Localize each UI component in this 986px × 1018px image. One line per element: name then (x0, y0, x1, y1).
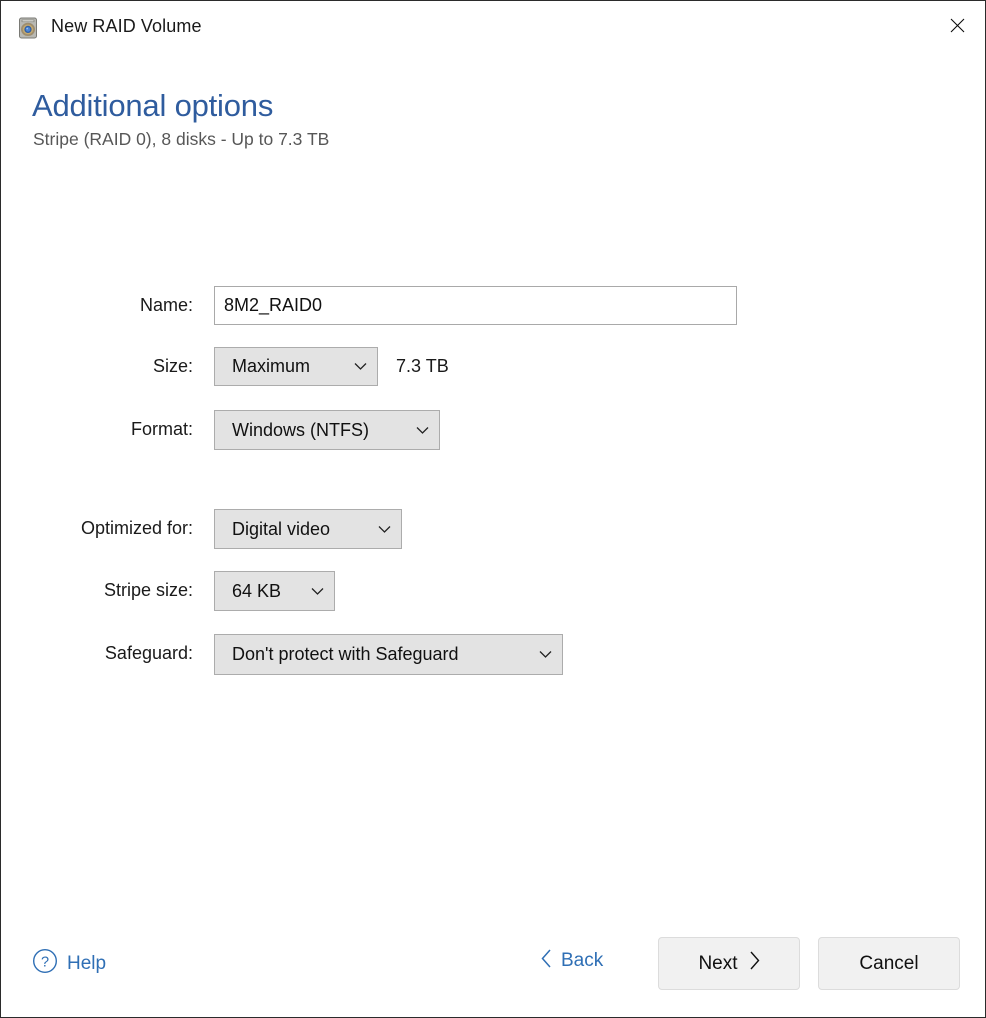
size-value-text: 7.3 TB (396, 356, 449, 376)
next-button-label: Next (698, 952, 738, 974)
help-label: Help (67, 952, 107, 974)
safeguard-dropdown-value: Don't protect with Safeguard (232, 644, 459, 664)
cancel-button-label: Cancel (859, 952, 919, 974)
field-row-safeguard: Safeguard: (1, 634, 193, 674)
safeguard-dropdown[interactable]: Don't protect with Safeguard (214, 634, 563, 675)
label-format: Format: (130, 419, 193, 439)
chevron-down-icon (354, 362, 367, 371)
stripe-size-dropdown-value: 64 KB (232, 580, 282, 601)
name-input[interactable] (214, 286, 737, 325)
back-label: Back (561, 950, 604, 971)
chevron-right-icon (749, 951, 760, 976)
window-title: New RAID Volume (51, 16, 202, 36)
page-title: Additional options (32, 88, 274, 123)
next-button[interactable]: Next (658, 937, 800, 990)
help-link[interactable]: ? Help (32, 948, 106, 979)
label-size: Size: (152, 356, 193, 376)
chevron-down-icon (378, 525, 391, 534)
chevron-down-icon (416, 426, 429, 435)
label-safeguard: Safeguard: (104, 643, 193, 663)
field-row-stripe-size: Stripe size: (1, 571, 193, 611)
size-dropdown[interactable]: Maximum (214, 347, 378, 386)
field-row-format: Format: (1, 410, 193, 450)
field-row-optimized-for: Optimized for: (1, 509, 193, 549)
new-raid-volume-dialog: New RAID Volume Additional options Strip… (0, 0, 986, 1018)
format-dropdown[interactable]: Windows (NTFS) (214, 410, 440, 450)
field-row-size: Size: (1, 347, 193, 387)
chevron-down-icon (311, 587, 324, 596)
chevron-left-icon (541, 949, 552, 973)
label-name: Name: (139, 295, 193, 315)
question-circle-icon: ? (32, 948, 58, 979)
field-row-name: Name: (1, 286, 193, 326)
optimized-for-dropdown[interactable]: Digital video (214, 509, 402, 549)
stripe-size-dropdown[interactable]: 64 KB (214, 571, 335, 611)
svg-text:?: ? (41, 954, 49, 970)
titlebar: New RAID Volume (1, 1, 985, 53)
raid-volume-icon (17, 17, 39, 39)
back-link[interactable]: Back (541, 949, 603, 973)
label-optimized-for: Optimized for: (80, 518, 193, 538)
cancel-button[interactable]: Cancel (818, 937, 960, 990)
format-dropdown-value: Windows (NTFS) (232, 419, 370, 440)
label-stripe-size: Stripe size: (103, 580, 193, 600)
chevron-down-icon (539, 650, 552, 659)
size-dropdown-value: Maximum (232, 356, 311, 376)
close-icon[interactable] (933, 3, 981, 47)
page-subtitle: Stripe (RAID 0), 8 disks - Up to 7.3 TB (33, 129, 330, 149)
optimized-for-dropdown-value: Digital video (232, 518, 331, 539)
